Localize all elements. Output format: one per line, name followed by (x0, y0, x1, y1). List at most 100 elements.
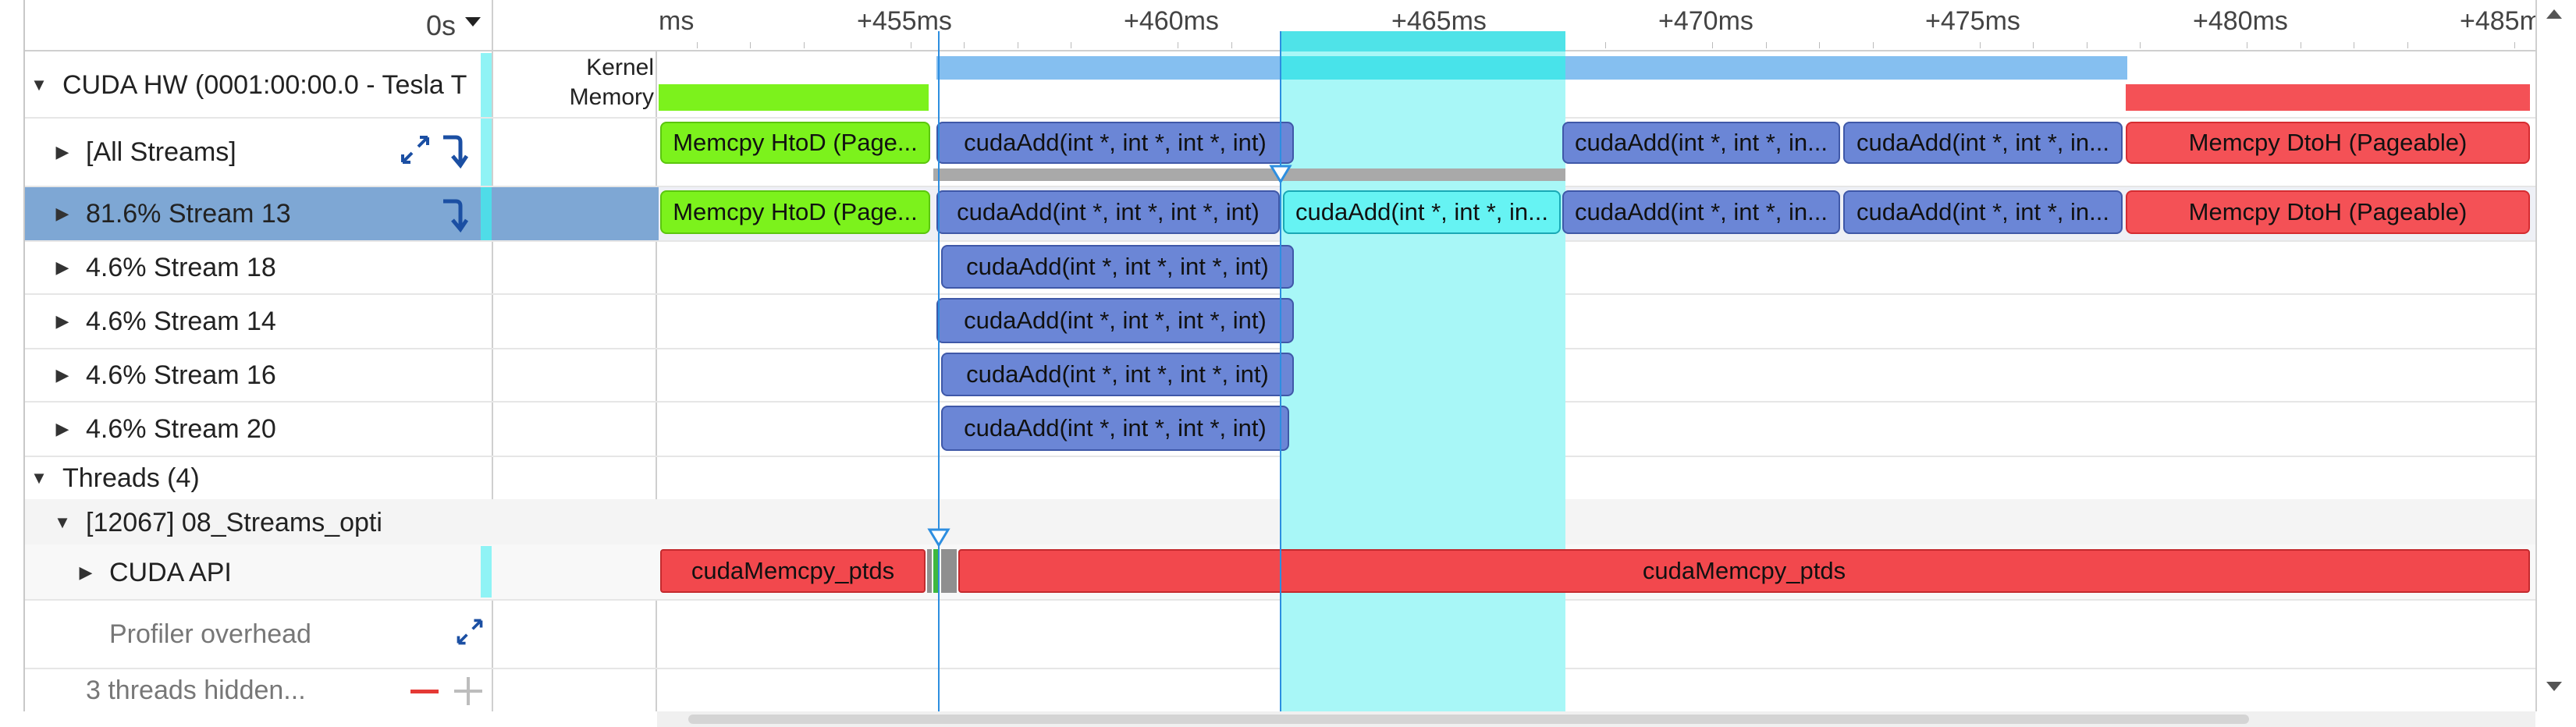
collapse-arrow-icon[interactable]: ▼ (25, 75, 53, 95)
time-origin-label: 0s (425, 9, 456, 41)
cuda-add-bar[interactable]: cudaAdd(int *, int *, in... (1843, 122, 2123, 164)
label-column-header (492, 0, 656, 51)
selection-range[interactable] (1281, 31, 1565, 711)
scroll-up-icon[interactable] (2546, 9, 2562, 19)
expand-arrow-icon[interactable]: ▶ (48, 204, 76, 224)
cuda-api-label: CUDA API (109, 557, 232, 587)
minor-tick (1712, 42, 1713, 48)
tree-row-threads[interactable]: ▼ Threads (4) (25, 457, 492, 499)
kernel-label: Kernel (586, 55, 654, 80)
dropdown-arrow-icon[interactable] (465, 17, 481, 27)
tick-label: ms (659, 6, 695, 36)
expand-arrow-icon[interactable]: ▶ (48, 311, 76, 332)
tick-label: +485ms (2460, 6, 2535, 36)
all-streams-label: [All Streams] (86, 137, 236, 167)
minor-tick (2140, 42, 2141, 48)
minor-tick (1819, 42, 1820, 48)
expand-arrow-icon[interactable]: ▶ (72, 562, 100, 583)
cuda-add-bar[interactable]: cudaAdd(int *, int *, int *, int) (941, 245, 1294, 289)
plus-icon-vertical (467, 677, 470, 705)
minor-tick (1980, 42, 1981, 48)
selection-overlay (1281, 549, 1565, 593)
cuda-add-bar[interactable]: cudaAdd(int *, int *, int *, int) (936, 190, 1280, 234)
cursor-marker-icon (1269, 165, 1292, 184)
kernel-summary-selected (1281, 56, 1565, 80)
cuda-memcpy-bar[interactable]: cudaMemcpy_ptds (660, 549, 926, 593)
memcpy-dtoh-bar[interactable]: Memcpy DtoH (Pageable) (2126, 122, 2530, 164)
minor-tick (1605, 42, 1606, 48)
memory-summary-dtoh[interactable] (2126, 84, 2530, 111)
kernel-memory-labels: Kernel Memory (546, 53, 654, 112)
expand-arrow-icon[interactable]: ▶ (48, 257, 76, 278)
cuda-add-bar-selected[interactable]: cudaAdd(int *, int *, in... (1283, 190, 1561, 234)
tree-header: 0s (25, 0, 492, 51)
minor-tick (2407, 42, 2408, 48)
cuda-add-bar[interactable]: cudaAdd(int *, int *, in... (1562, 190, 1840, 234)
memory-summary-htod[interactable] (659, 84, 929, 111)
cursor-line[interactable] (938, 31, 940, 711)
threads-hidden-label: 3 threads hidden... (86, 675, 306, 705)
minor-tick (2514, 42, 2515, 48)
threads-label: Threads (4) (62, 463, 200, 493)
cuda-add-bar[interactable]: cudaAdd(int *, int *, int *, int) (936, 122, 1294, 164)
expand-icon[interactable] (454, 616, 485, 647)
tree-row-stream-20[interactable]: ▶ 4.6% Stream 20 (48, 403, 515, 456)
tree-row-profiler-overhead[interactable]: Profiler overhead (109, 601, 576, 668)
selection-range-handle[interactable] (1281, 31, 1565, 51)
expand-arrow-icon[interactable]: ▶ (48, 365, 76, 385)
jump-icon[interactable] (440, 195, 468, 234)
collapse-arrow-icon[interactable]: ▼ (25, 468, 53, 488)
stream-label: 4.6% Stream 16 (86, 360, 276, 390)
tree-row-stream-14[interactable]: ▶ 4.6% Stream 14 (48, 295, 515, 348)
tree-row-threads-hidden[interactable]: 3 threads hidden... (86, 669, 553, 711)
label-divider (656, 51, 657, 711)
horizontal-scrollbar[interactable] (657, 711, 2535, 727)
minor-tick (1873, 42, 1874, 48)
memcpy-htod-bar[interactable]: Memcpy HtoD (Page... (660, 190, 930, 234)
expand-arrow-icon[interactable]: ▶ (48, 142, 76, 162)
memcpy-htod-bar[interactable]: Memcpy HtoD (Page... (660, 122, 930, 164)
minor-tick (1766, 42, 1767, 48)
minor-tick (1231, 42, 1232, 48)
api-marker (927, 549, 932, 593)
scroll-down-icon[interactable] (2546, 682, 2562, 691)
cuda-memcpy-bar[interactable]: cudaMemcpy_ptds (958, 549, 2530, 593)
stream-label: 4.6% Stream 14 (86, 306, 276, 336)
expand-icon[interactable] (398, 133, 432, 167)
cuda-hw-label: CUDA HW (0001:00:00.0 - Tesla T (62, 69, 467, 100)
tree-row-cuda-api[interactable]: ▶ CUDA API (72, 546, 538, 599)
stream-label: 4.6% Stream 20 (86, 413, 276, 444)
minor-tick (750, 42, 751, 48)
thread-label: [12067] 08_Streams_opti (86, 507, 382, 537)
tree-row-thread[interactable]: ▼ [12067] 08_Streams_opti (48, 501, 515, 544)
cuda-add-bar[interactable]: cudaAdd(int *, int *, in... (1562, 122, 1840, 164)
cuda-add-bar[interactable]: cudaAdd(int *, int *, int *, int) (941, 406, 1289, 451)
vertical-scrollbar[interactable] (2537, 0, 2568, 711)
tick-label: +475ms (1925, 6, 2020, 36)
jump-icon[interactable] (440, 131, 468, 170)
minor-tick (964, 42, 965, 48)
scrollbar-thumb[interactable] (688, 715, 2249, 724)
expand-arrow-icon[interactable]: ▶ (48, 419, 76, 439)
minor-tick (697, 42, 698, 48)
tree-row-cuda-hw[interactable]: ▼ CUDA HW (0001:00:00.0 - Tesla T (25, 53, 492, 117)
tick-label: +480ms (2193, 6, 2288, 36)
api-marker (941, 549, 957, 593)
cuda-add-bar[interactable]: cudaAdd(int *, int *, int *, int) (941, 353, 1294, 396)
tree-row-stream-18[interactable]: ▶ 4.6% Stream 18 (48, 242, 515, 293)
cuda-add-bar[interactable]: cudaAdd(int *, int *, int *, int) (936, 298, 1294, 343)
cursor-marker-icon (927, 528, 950, 548)
all-streams-summary-bar (933, 168, 1565, 181)
memcpy-dtoh-bar[interactable]: Memcpy DtoH (Pageable) (2126, 190, 2530, 234)
timeline-view: 0s ms +455ms +460ms +465ms +470ms +475ms… (0, 0, 2576, 727)
collapse-arrow-icon[interactable]: ▼ (48, 512, 76, 533)
minus-icon[interactable] (410, 690, 439, 693)
tick-label: +460ms (1124, 6, 1219, 36)
cursor-line[interactable] (1280, 31, 1281, 711)
tree-row-stream-16[interactable]: ▶ 4.6% Stream 16 (48, 349, 515, 401)
cuda-add-bar[interactable]: cudaAdd(int *, int *, in... (1843, 190, 2123, 234)
tick-label: +470ms (1658, 6, 1753, 36)
memory-label: Memory (569, 84, 654, 110)
minor-tick (2033, 42, 2034, 48)
minor-tick (804, 42, 805, 48)
